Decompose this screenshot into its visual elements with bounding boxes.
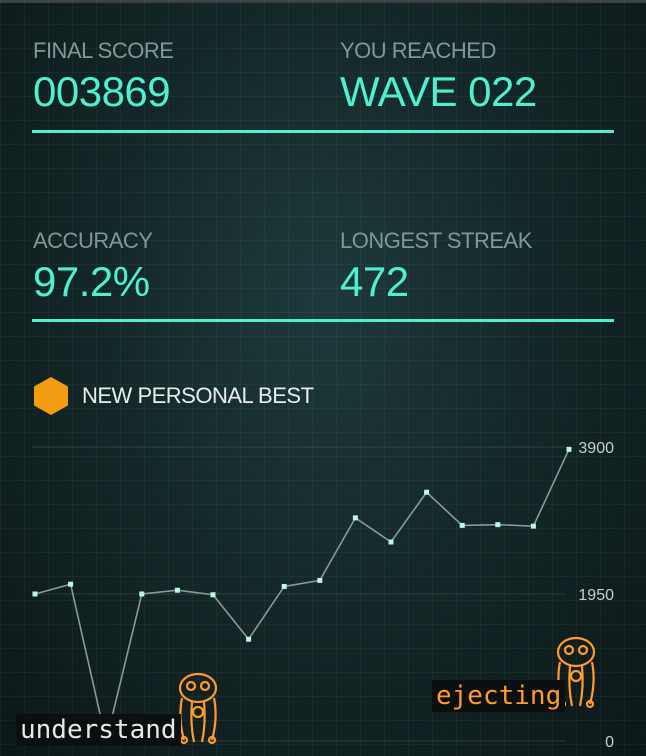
tag-understand: understand — [16, 714, 181, 746]
data-point — [32, 591, 38, 597]
personal-best-badge: NEW PERSONAL BEST — [32, 376, 314, 416]
hexagon-icon — [34, 377, 68, 415]
data-point — [68, 581, 74, 587]
wave-stat: YOU REACHED WAVE 022 — [340, 38, 537, 116]
tag-ejecting-text: ejecting — [436, 681, 562, 711]
streak-stat: LONGEST STREAK 472 — [340, 228, 532, 306]
final-score-value: 003869 — [33, 68, 171, 115]
accuracy-divider — [32, 319, 614, 322]
final-score-label: FINAL SCORE — [33, 38, 174, 63]
data-point — [566, 446, 572, 452]
wave-label: YOU REACHED — [340, 38, 496, 63]
y-tick-label: 0 — [605, 734, 614, 751]
data-point — [210, 592, 216, 598]
tag-ejecting: ejecting — [432, 680, 566, 712]
personal-best-text: NEW PERSONAL BEST — [82, 383, 314, 408]
wave-value: WAVE 022 — [340, 68, 537, 115]
data-point — [424, 489, 430, 495]
top-edge — [0, 0, 646, 3]
y-tick-label: 1950 — [578, 587, 614, 604]
accuracy-stat: ACCURACY 97.2% — [33, 228, 153, 306]
data-point — [530, 523, 536, 529]
score-divider — [32, 130, 614, 133]
final-score-stat: FINAL SCORE 003869 — [33, 38, 174, 116]
y-tick-label: 3900 — [578, 440, 614, 457]
accuracy-label: ACCURACY — [33, 228, 153, 253]
data-point — [174, 587, 180, 593]
tag-understand-text: understand — [20, 715, 177, 745]
accuracy-value: 97.2% — [33, 258, 150, 305]
data-point — [281, 583, 287, 589]
streak-value: 472 — [340, 258, 409, 305]
data-point — [139, 591, 145, 597]
data-point — [246, 636, 252, 642]
data-point — [495, 522, 501, 528]
data-point — [317, 577, 323, 583]
data-point — [459, 522, 465, 528]
data-point — [388, 539, 394, 545]
streak-label: LONGEST STREAK — [340, 228, 532, 253]
data-point — [352, 515, 358, 521]
